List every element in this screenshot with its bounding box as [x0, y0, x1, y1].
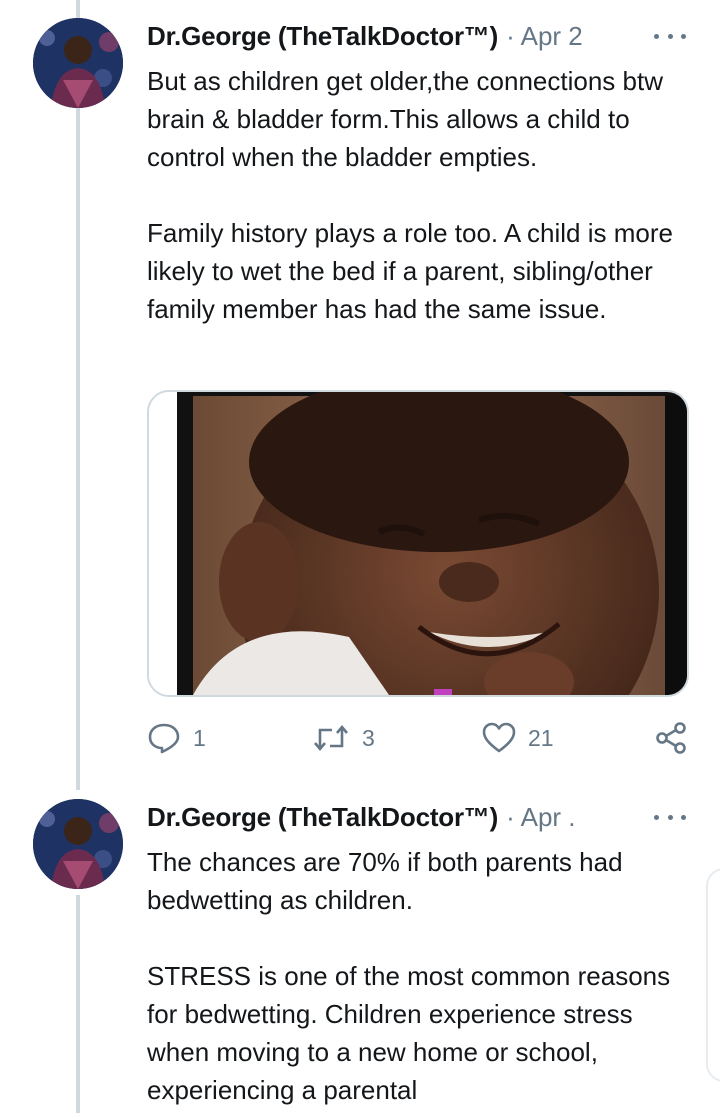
avatar[interactable]	[33, 18, 123, 108]
like-button[interactable]: 21	[482, 718, 554, 758]
like-count: 21	[528, 724, 554, 751]
reply-count: 1	[193, 724, 206, 751]
share-button[interactable]	[654, 718, 688, 758]
share-nodes-icon	[656, 722, 686, 754]
tweet-text: But as children get older,the connection…	[147, 66, 673, 324]
retweet-button[interactable]: 3	[312, 718, 375, 758]
tweet-header: Dr.George (TheTalkDoctor™) · Apr 2	[147, 16, 583, 56]
more-dots-icon[interactable]	[654, 807, 686, 827]
reply-button[interactable]: 1	[147, 718, 206, 758]
thread-line-lower	[76, 895, 80, 1113]
retweet-count: 3	[362, 724, 375, 751]
retweet-arrows-icon	[314, 724, 348, 752]
author-name[interactable]: Dr.George (TheTalkDoctor™)	[147, 802, 498, 833]
more-dots-icon[interactable]	[654, 26, 686, 46]
tweet-date[interactable]: · Apr .	[506, 802, 575, 833]
tweet-date[interactable]: · Apr 2	[506, 21, 583, 52]
author-name[interactable]: Dr.George (TheTalkDoctor™)	[147, 21, 498, 52]
tweet-text: The chances are 70% if both parents had …	[147, 847, 671, 1105]
thread-line-upper	[76, 0, 80, 790]
tweet-media-gif[interactable]	[147, 390, 689, 697]
avatar[interactable]	[33, 799, 123, 889]
partial-card-edge	[706, 868, 720, 1082]
heart-outline-icon	[482, 722, 516, 753]
tweet-header: Dr.George (TheTalkDoctor™) · Apr .	[147, 797, 576, 837]
speech-bubble-icon	[148, 723, 180, 754]
tweet-actions: 1 3 21	[147, 718, 692, 758]
